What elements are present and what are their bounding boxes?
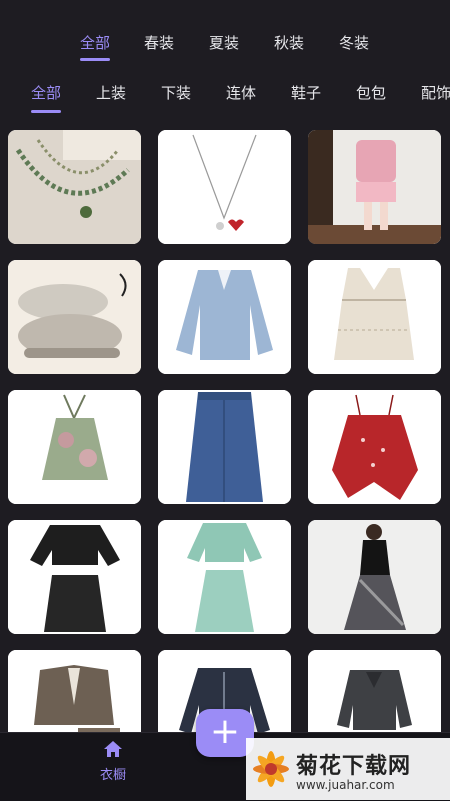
tab-winter[interactable]: 冬装 [339, 32, 369, 53]
nav-wardrobe-label: 衣橱 [99, 768, 126, 783]
site-watermark: 菊花下载网 www.juahar.com [246, 738, 450, 800]
watermark-title: 菊花下载网 [296, 754, 412, 779]
mint-knit-set-image [158, 520, 291, 634]
tab-bags[interactable]: 包包 [356, 82, 386, 103]
tab-summer[interactable]: 夏装 [209, 32, 239, 53]
tab-autumn[interactable]: 秋装 [274, 32, 304, 53]
tab-season-all[interactable]: 全部 [80, 32, 110, 53]
pink-outfit-image [308, 130, 441, 244]
category-tab-bar: 全部 上装 下装 连体 鞋子 包包 配饰 [0, 70, 450, 120]
item-card-mint-knit-set[interactable] [158, 520, 291, 634]
crochet-vest-image [308, 260, 441, 374]
gray-blouse-image [308, 650, 441, 732]
bead-necklace-image [8, 130, 141, 244]
item-card-red-floral-camisole[interactable] [308, 390, 441, 504]
item-card-halter-top[interactable] [8, 390, 141, 504]
item-card-gray-bow-blouse-set[interactable] [308, 650, 441, 732]
item-card-denim-skirt[interactable] [158, 390, 291, 504]
tab-spring[interactable]: 春装 [144, 32, 174, 53]
season-tab-indicator [80, 58, 110, 61]
item-card-denim-shirt[interactable] [158, 260, 291, 374]
black-knit-set-image [8, 520, 141, 634]
black-dress-image [308, 520, 441, 634]
item-card-black-knit-set[interactable] [8, 520, 141, 634]
item-card-heart-pendant-necklace[interactable] [158, 130, 291, 244]
item-card-crochet-vest[interactable] [308, 260, 441, 374]
season-tab-bar: 全部 春装 夏装 秋装 冬装 [0, 0, 450, 70]
tab-onepiece[interactable]: 连体 [226, 82, 256, 103]
item-card-tweed-jacket-set[interactable] [8, 650, 141, 732]
red-camisole-image [308, 390, 441, 504]
denim-skirt-image [158, 390, 291, 504]
halter-top-image [8, 390, 141, 504]
tab-bottoms[interactable]: 下装 [161, 82, 191, 103]
chrysanthemum-logo-icon [253, 751, 289, 787]
wardrobe-grid [0, 120, 450, 732]
tab-shoes[interactable]: 鞋子 [291, 82, 321, 103]
home-icon [104, 741, 122, 757]
nav-wardrobe[interactable]: 衣橱 [90, 740, 136, 790]
tab-category-all[interactable]: 全部 [31, 82, 61, 103]
item-card-pink-cardigan-skirt-outfit[interactable] [308, 130, 441, 244]
category-tab-indicator [31, 110, 61, 113]
item-card-bead-necklace[interactable] [8, 130, 141, 244]
tab-tops[interactable]: 上装 [96, 82, 126, 103]
item-card-chunky-sneakers[interactable] [8, 260, 141, 374]
necklace-image [158, 130, 291, 244]
item-card-black-dress-outfit[interactable] [308, 520, 441, 634]
denim-shirt-image [158, 260, 291, 374]
tweed-jacket-image [8, 650, 141, 732]
tab-accessories[interactable]: 配饰 [421, 82, 450, 103]
sneakers-image [8, 260, 141, 374]
watermark-url: www.juahar.com [296, 778, 395, 792]
